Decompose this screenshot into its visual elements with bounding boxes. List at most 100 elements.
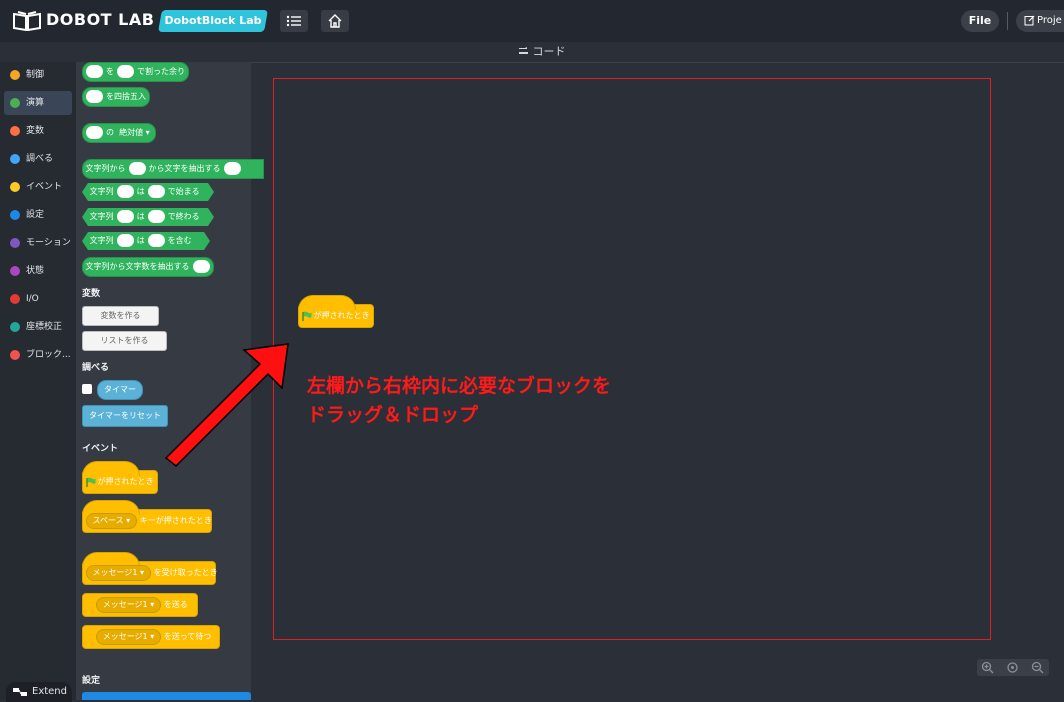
block-starts-with[interactable]: 文字列 は で始まる [82, 183, 214, 201]
category-settings[interactable]: 設定 [4, 203, 72, 227]
block-settings-partial[interactable] [82, 692, 251, 700]
block-timer[interactable]: タイマー [97, 380, 143, 400]
input-slot[interactable] [148, 185, 165, 198]
menu-button[interactable] [280, 10, 308, 32]
input-slot[interactable] [117, 210, 134, 223]
category-blocks[interactable]: ブロック... [4, 343, 72, 367]
zoom-in-icon[interactable] [981, 661, 994, 674]
message-dropdown[interactable]: メッセージ1 ▾ [85, 565, 152, 581]
zoom-reset-icon[interactable] [1006, 661, 1019, 674]
home-button[interactable] [321, 10, 349, 32]
block-text: が押されたとき [313, 311, 370, 320]
category-dot-icon [10, 98, 20, 108]
block-length[interactable]: 文字列から文字数を抽出する [82, 257, 214, 277]
input-slot[interactable] [148, 210, 165, 223]
input-slot[interactable] [128, 162, 146, 175]
instruction-annotation: 左欄から右枠内に必要なブロックを ドラッグ＆ドロップ [307, 372, 611, 430]
category-events[interactable]: イベント [4, 175, 72, 199]
category-label: 設定 [26, 210, 45, 220]
category-sensing[interactable]: 調べる [4, 147, 72, 171]
category-label: 演算 [26, 98, 45, 108]
block-round[interactable]: を四捨五入 [82, 87, 150, 107]
project-label: Proje [1037, 15, 1062, 26]
category-calibration[interactable]: 座標校正 [4, 315, 72, 339]
input-slot[interactable] [148, 234, 165, 247]
timer-checkbox[interactable] [82, 384, 92, 394]
category-label: モーション [26, 238, 71, 248]
top-bar: DOBOT LAB DobotBlock Lab File Proje [0, 0, 1064, 42]
input-slot[interactable] [86, 65, 103, 78]
input-slot[interactable] [117, 234, 134, 247]
block-mod[interactable]: を で割った余り [82, 62, 189, 82]
category-label: イベント [26, 182, 63, 192]
zoom-out-icon[interactable] [1031, 661, 1044, 674]
block-substring[interactable]: 文字列から から文字を抽出する [82, 159, 264, 179]
logo-book-icon [13, 11, 41, 31]
app-badge[interactable]: DobotBlock Lab [158, 10, 268, 32]
category-io[interactable]: I/O [4, 287, 72, 311]
category-dot-icon [10, 266, 20, 276]
green-flag-icon [301, 311, 312, 321]
extend-button[interactable]: Extend [6, 682, 72, 702]
file-button[interactable]: File [961, 10, 999, 32]
block-text: を四捨五入 [106, 92, 146, 101]
workspace-highlight-frame [273, 78, 991, 640]
category-motion[interactable]: モーション [4, 231, 72, 255]
block-text: 文字列から文字数を抽出する [85, 262, 190, 271]
section-header-events: イベント [82, 444, 119, 454]
block-text: は [136, 212, 145, 221]
instruction-line: ドラッグ＆ドロップ [307, 404, 479, 426]
block-text: は [136, 236, 145, 245]
category-dot-icon [10, 126, 20, 136]
extension-icon [13, 688, 27, 696]
tab-code[interactable]: コード [518, 42, 566, 62]
category-dot-icon [10, 154, 20, 164]
workspace-block-when-flag-clicked[interactable]: が押されたとき [298, 295, 374, 328]
category-variables[interactable]: 変数 [4, 119, 72, 143]
dropdown-value[interactable]: 絶対値 [119, 128, 143, 137]
input-slot[interactable] [117, 65, 134, 78]
category-control[interactable]: 制御 [4, 63, 72, 87]
block-contains[interactable]: 文字列 は を含む [82, 232, 210, 250]
instruction-line: 左欄から右枠内に必要なブロックを [307, 375, 612, 397]
block-abs[interactable]: の 絶対値 ▾ [82, 123, 156, 143]
block-broadcast[interactable]: メッセージ1 ▾ を送る [82, 593, 198, 617]
logo-text: DOBOT LAB [46, 10, 155, 29]
category-operators[interactable]: 演算 [4, 91, 72, 115]
input-slot[interactable] [86, 90, 103, 103]
block-ends-with[interactable]: 文字列 は で終わる [82, 208, 214, 226]
input-slot[interactable] [223, 162, 241, 175]
message-dropdown[interactable]: メッセージ1 ▾ [95, 629, 162, 645]
block-when-key-pressed[interactable]: スペース ▾ キーが押されたとき [82, 500, 212, 533]
key-dropdown[interactable]: スペース ▾ [85, 513, 138, 529]
home-icon [328, 14, 342, 28]
block-when-message-received[interactable]: メッセージ1 ▾ を受け取ったとき [82, 552, 218, 585]
make-variable-button[interactable]: 変数を作る [82, 306, 159, 326]
block-text: を送る [163, 600, 188, 609]
section-header-variables: 変数 [82, 289, 101, 299]
input-slot[interactable] [86, 126, 103, 139]
category-dot-icon [10, 322, 20, 332]
make-list-button[interactable]: リストを作る [82, 331, 167, 351]
block-when-flag-clicked[interactable]: が押されたとき [82, 461, 158, 494]
block-reset-timer[interactable]: タイマーをリセット [82, 405, 168, 427]
category-status[interactable]: 状態 [4, 259, 72, 283]
block-text: から文字を抽出する [148, 164, 221, 173]
input-slot[interactable] [192, 260, 210, 273]
block-text: を送って待つ [163, 632, 212, 641]
category-label: ブロック... [26, 350, 71, 360]
drag-arrow-icon [164, 343, 289, 468]
list-icon [286, 15, 301, 27]
dropdown-value: メッセージ1 [102, 632, 148, 641]
block-text: 文字列 [89, 236, 114, 245]
block-text: 文字列 [89, 187, 114, 196]
input-slot[interactable] [117, 185, 134, 198]
block-text: で始まる [167, 187, 200, 196]
message-dropdown[interactable]: メッセージ1 ▾ [95, 597, 162, 613]
dropdown-value: メッセージ1 [102, 600, 148, 609]
block-text: で終わる [167, 212, 200, 221]
app-badge-label: DobotBlock Lab [164, 14, 262, 27]
project-button[interactable]: Proje [1016, 10, 1064, 32]
category-label: I/O [26, 294, 39, 304]
block-broadcast-and-wait[interactable]: メッセージ1 ▾ を送って待つ [82, 625, 220, 649]
